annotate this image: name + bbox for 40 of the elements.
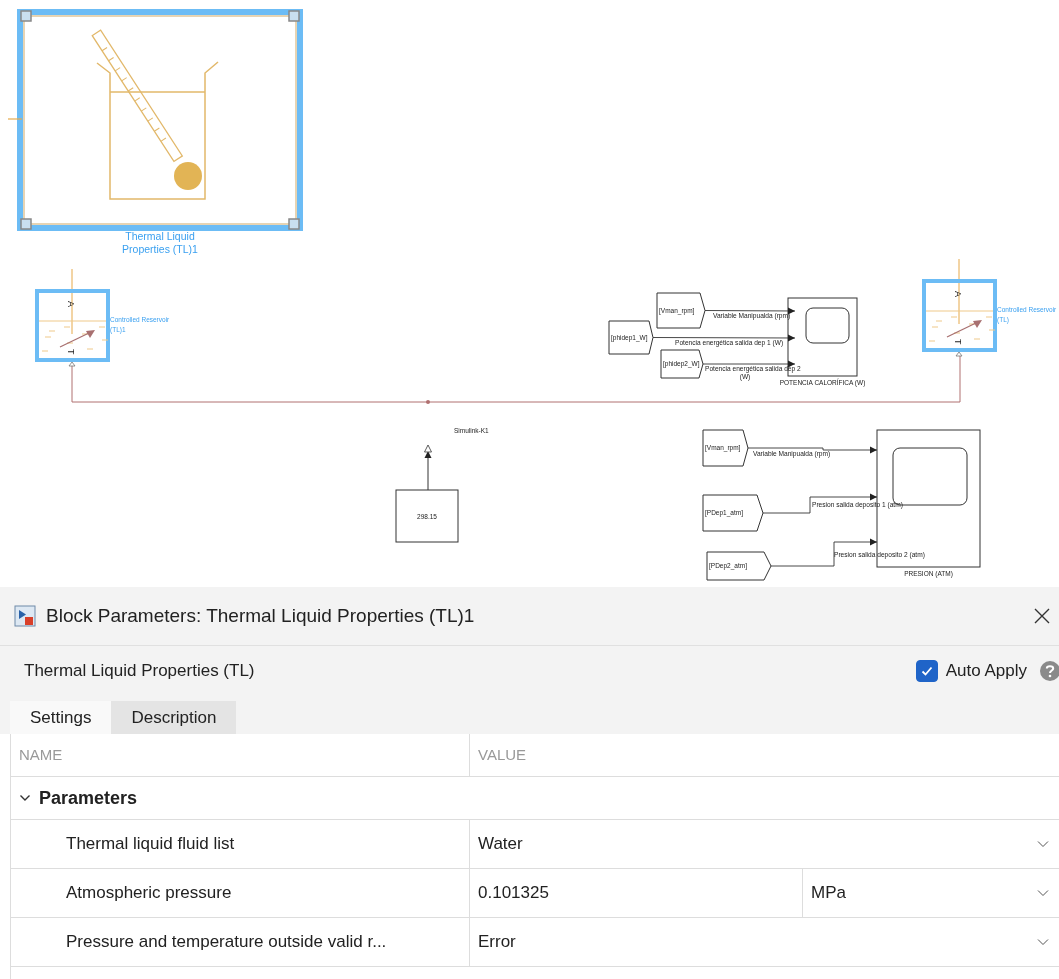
goto-tag-block[interactable]: [702, 494, 764, 532]
port-label: T: [953, 339, 963, 345]
port-triangle: [955, 351, 963, 357]
parameter-name: Atmospheric pressure: [65, 883, 233, 903]
port-line: [7, 118, 23, 120]
window-title: Block Parameters: Thermal Liquid Properties (TL)1: [46, 605, 476, 627]
goto-tag-block[interactable]: [702, 429, 749, 467]
parameter-name: Thermal liquid fluid list: [65, 834, 236, 854]
goto-tag-block[interactable]: [706, 551, 772, 581]
block-label: Properties (TL)1: [122, 243, 198, 255]
port-label: A: [953, 291, 963, 297]
column-header: NAME: [18, 745, 64, 765]
port-triangle: [68, 361, 76, 367]
goto-tag-block[interactable]: [656, 292, 706, 329]
unit-dropdown[interactable]: MPa: [802, 869, 1059, 917]
caret-icon: [1037, 938, 1049, 946]
caret-icon: [1037, 840, 1049, 848]
input-field[interactable]: 0.101325: [470, 869, 802, 917]
check-icon: [919, 664, 934, 678]
junction-dot: [426, 400, 430, 404]
tab[interactable]: Description: [111, 701, 237, 734]
port-label: A: [66, 301, 76, 307]
close-icon: [1033, 607, 1051, 625]
port-label: T: [66, 349, 76, 355]
auto-apply-checkbox[interactable]: Auto Apply: [915, 660, 1027, 682]
block-type-label: Thermal Liquid Properties (TL): [24, 661, 256, 681]
goto-tag-block[interactable]: [608, 320, 654, 355]
goto-tag-block[interactable]: [660, 349, 704, 379]
block-parameters-icon: [14, 605, 36, 627]
section-title: Parameters: [39, 787, 138, 809]
parameter-name: Pressure and temperature outside valid r...: [65, 932, 388, 952]
dropdown-field[interactable]: Error: [469, 918, 1059, 966]
column-header: VALUE: [469, 734, 1059, 776]
dropdown-field[interactable]: Water: [469, 820, 1059, 868]
caret-icon: [1037, 889, 1049, 897]
constant-block[interactable]: [395, 489, 459, 543]
tab[interactable]: Settings: [10, 701, 112, 734]
block-label: Thermal Liquid: [125, 230, 195, 242]
signal-arrow: [424, 444, 432, 491]
help-icon[interactable]: [1039, 660, 1059, 682]
